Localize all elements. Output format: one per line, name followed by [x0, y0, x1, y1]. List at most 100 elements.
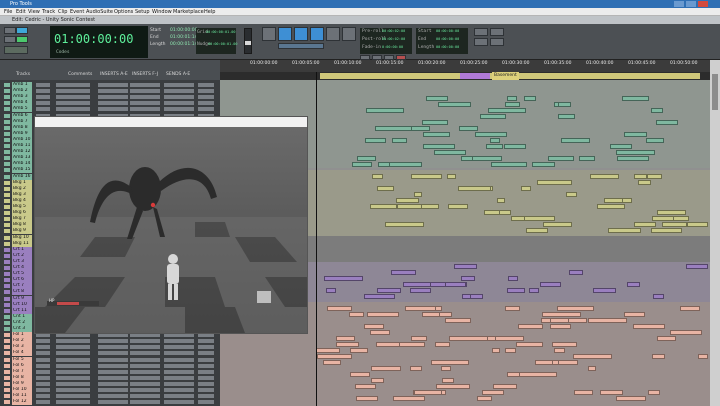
audio-clip[interactable] — [371, 378, 384, 383]
pencil-tool-button[interactable] — [342, 27, 356, 41]
track-name[interactable]: Fol 3 — [12, 344, 32, 351]
audio-clip[interactable] — [363, 324, 385, 329]
audio-clip[interactable] — [487, 108, 527, 113]
track-name[interactable]: Cnt 3 — [12, 326, 32, 332]
audio-clip[interactable] — [499, 210, 511, 215]
track-slot[interactable] — [36, 95, 50, 100]
track-name[interactable]: Amb 10 — [12, 136, 32, 143]
audio-clip[interactable] — [565, 192, 577, 197]
track-slot[interactable] — [130, 345, 160, 350]
track-slot[interactable] — [198, 394, 214, 399]
audio-clip[interactable] — [377, 288, 401, 293]
audio-clip[interactable] — [438, 102, 472, 107]
smart-tool-button[interactable] — [278, 43, 324, 49]
menu-file[interactable]: File — [4, 8, 12, 16]
shuffle-mode-button[interactable] — [4, 27, 16, 34]
track-slot[interactable] — [56, 107, 90, 112]
audio-clip[interactable] — [587, 366, 596, 371]
menu-edit[interactable]: Edit — [16, 8, 26, 16]
audio-clip[interactable] — [551, 342, 578, 347]
audio-clip[interactable] — [409, 288, 431, 293]
track-slot[interactable] — [198, 357, 214, 362]
track-slot[interactable] — [130, 388, 160, 392]
track-name[interactable]: Amb 7 — [12, 118, 32, 125]
track-slot[interactable] — [130, 363, 160, 368]
audio-clip[interactable] — [461, 276, 476, 281]
track-name[interactable]: Fol 5 — [12, 356, 32, 363]
audio-clip[interactable] — [651, 228, 683, 233]
audio-clip[interactable] — [550, 324, 571, 329]
track-slot[interactable] — [130, 89, 160, 94]
track-name[interactable]: Bkg 5 — [12, 204, 32, 210]
track-slot[interactable] — [56, 388, 90, 392]
maximize-button[interactable] — [686, 1, 696, 7]
track-name[interactable]: Fol 8 — [12, 374, 32, 381]
video-window[interactable]: HP — [34, 116, 308, 334]
audio-clip[interactable] — [448, 204, 468, 209]
audio-clip[interactable] — [624, 312, 646, 317]
track-name[interactable]: Crt 2 — [12, 252, 32, 259]
menu-view[interactable]: View — [28, 8, 40, 16]
track-slot[interactable] — [56, 95, 90, 100]
audio-clip[interactable] — [506, 96, 518, 101]
track-slot[interactable] — [98, 107, 128, 112]
audio-clip[interactable] — [444, 282, 467, 287]
track-slot[interactable] — [130, 339, 160, 344]
post-roll-value[interactable]: 00:00:02:00 — [382, 37, 405, 41]
audio-clip[interactable] — [316, 348, 340, 353]
track-row[interactable]: Fol 5 — [0, 356, 220, 363]
close-button[interactable] — [698, 1, 708, 7]
zoom-out-button[interactable] — [474, 28, 488, 36]
audio-clip[interactable] — [486, 144, 503, 149]
track-row[interactable]: Amb 5 — [0, 106, 220, 113]
track-slot[interactable] — [130, 101, 160, 106]
audio-clip[interactable] — [657, 336, 677, 341]
audio-clip[interactable] — [479, 114, 506, 119]
track-slot[interactable] — [98, 83, 128, 87]
audio-clip[interactable] — [524, 216, 555, 221]
track-slot[interactable] — [98, 351, 128, 356]
track-name[interactable]: Bkg 9 — [12, 228, 32, 235]
track-name[interactable]: Fol 11 — [12, 393, 32, 400]
track-slot[interactable] — [130, 400, 160, 405]
audio-clip[interactable] — [574, 390, 594, 395]
audio-clip[interactable] — [421, 204, 440, 209]
track-row[interactable]: Fol 9 — [0, 380, 220, 387]
audio-clip[interactable] — [590, 174, 620, 179]
audio-clip[interactable] — [410, 366, 423, 371]
track-row[interactable]: Fol 3 — [0, 344, 220, 351]
track-name[interactable]: Amb 12 — [12, 149, 32, 156]
link-button[interactable] — [474, 38, 488, 46]
audio-clip[interactable] — [355, 396, 379, 401]
counter2-length-value[interactable]: 00:00:00:00 — [436, 45, 459, 49]
audio-clip[interactable] — [434, 342, 451, 347]
audio-clip[interactable] — [374, 126, 413, 131]
track-slot[interactable] — [98, 89, 128, 94]
audio-clip[interactable] — [435, 384, 471, 389]
audio-clip[interactable] — [461, 294, 471, 299]
trim-tool-button[interactable] — [278, 27, 292, 41]
audio-clip[interactable] — [521, 186, 532, 191]
track-name[interactable]: Crt 11 — [12, 307, 32, 314]
selector-tool-button[interactable] — [294, 27, 308, 41]
track-slot[interactable] — [56, 83, 90, 87]
track-slot[interactable] — [36, 351, 50, 356]
track-slot[interactable] — [98, 101, 128, 106]
zoom-tool-button[interactable] — [262, 27, 276, 41]
track-slot[interactable] — [56, 369, 90, 374]
track-slot[interactable] — [164, 363, 194, 368]
menu-setup[interactable]: Setup — [135, 8, 150, 16]
track-slot[interactable] — [164, 369, 194, 374]
track-slot[interactable] — [56, 375, 90, 380]
track-slot[interactable] — [198, 95, 214, 100]
slip-mode-button[interactable] — [16, 27, 28, 34]
audio-clip[interactable] — [634, 174, 648, 179]
track-slot[interactable] — [56, 101, 90, 106]
audio-clip[interactable] — [607, 228, 641, 233]
track-slot[interactable] — [198, 369, 214, 374]
audio-clip[interactable] — [422, 120, 448, 125]
audio-clip[interactable] — [474, 132, 507, 137]
track-row[interactable]: Amb 1 — [0, 82, 220, 88]
track-name[interactable]: Cnt 1 — [12, 313, 32, 320]
track-slot[interactable] — [56, 394, 90, 399]
